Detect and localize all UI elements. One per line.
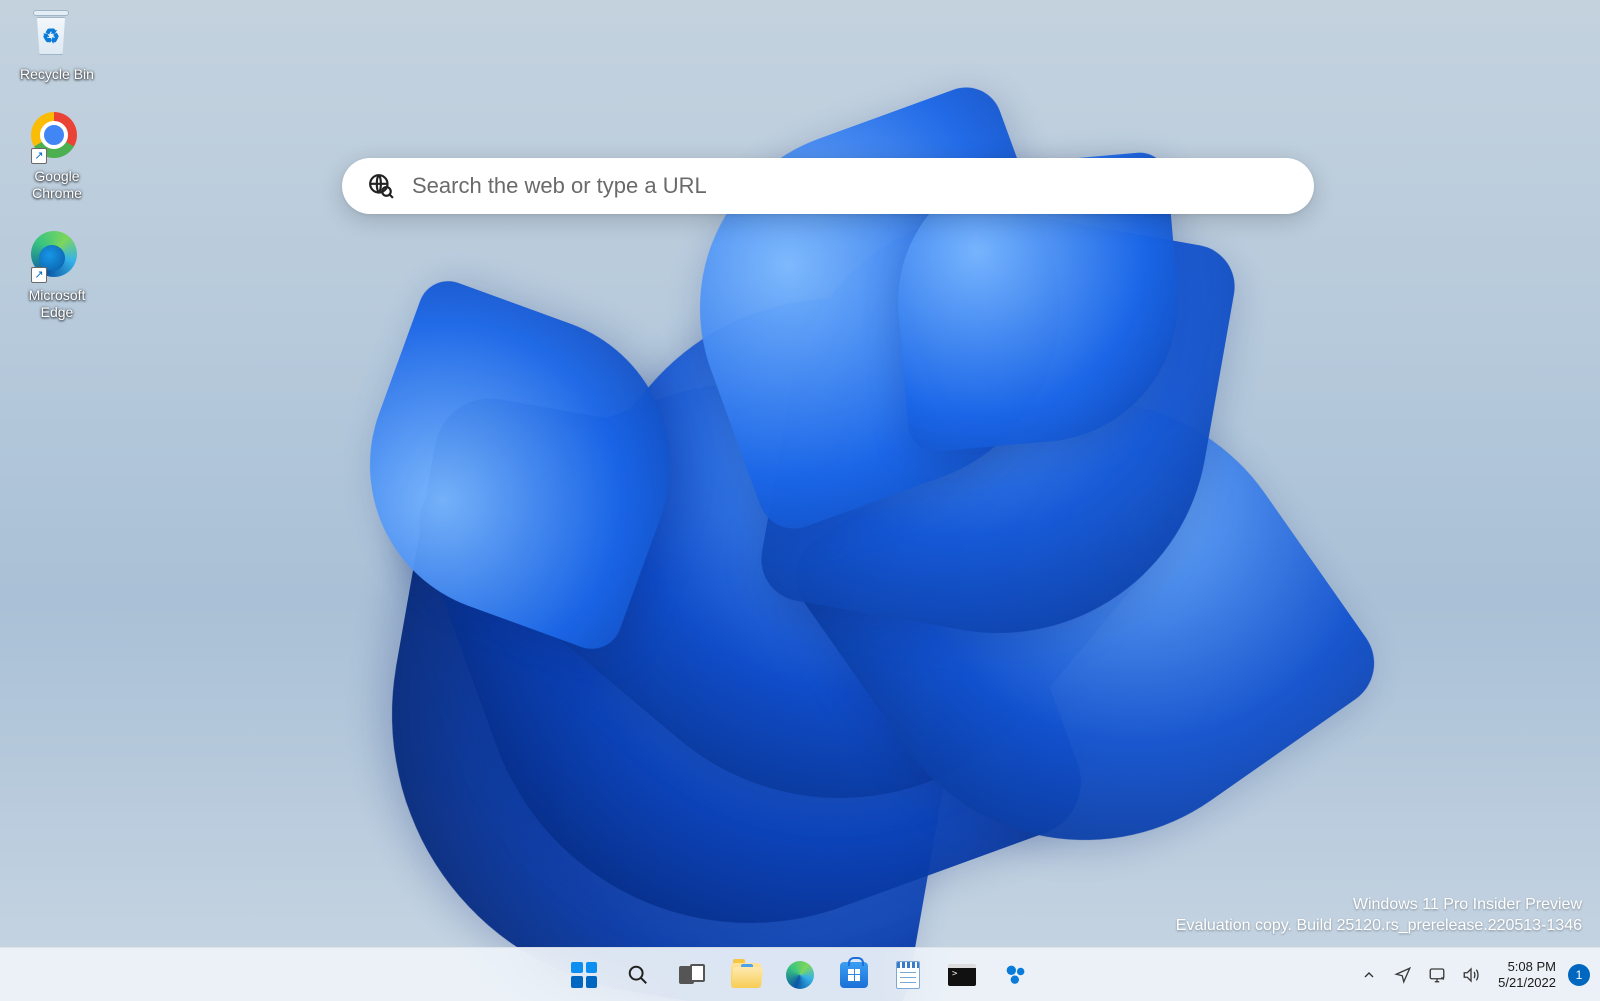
notification-center-button[interactable]: 1	[1568, 964, 1590, 986]
search-icon	[627, 964, 649, 986]
desktop-icon-label: Recycle Bin	[20, 66, 94, 84]
taskbar-microsoft-store[interactable]	[832, 953, 876, 997]
recycle-bin-icon: ♻	[31, 10, 71, 56]
desktop-icon-recycle-bin[interactable]: ♻ Recycle Bin	[12, 10, 102, 84]
chevron-up-icon	[1361, 967, 1377, 983]
clock-date: 5/21/2022	[1498, 975, 1556, 991]
desktop-search-input[interactable]	[412, 173, 1288, 199]
taskbar-microsoft-edge[interactable]	[778, 953, 822, 997]
location-arrow-icon	[1394, 966, 1412, 984]
watermark-line-1: Windows 11 Pro Insider Preview	[1176, 894, 1582, 916]
taskbar: 5:08 PM 5/21/2022 1	[0, 947, 1600, 1001]
tray-overflow-button[interactable]	[1354, 953, 1384, 997]
store-icon	[840, 962, 868, 988]
gear-cluster-icon	[1002, 961, 1030, 989]
taskbar-dev-tool[interactable]	[994, 953, 1038, 997]
start-button[interactable]	[562, 953, 606, 997]
globe-search-icon	[368, 173, 394, 199]
notepad-icon	[896, 961, 920, 989]
desktop-wallpaper	[0, 0, 1600, 1001]
network-monitor-icon	[1428, 966, 1446, 984]
clock-time: 5:08 PM	[1498, 959, 1556, 975]
taskbar-center	[562, 953, 1038, 997]
shortcut-overlay-icon: ↗	[31, 267, 47, 283]
speaker-icon	[1462, 966, 1480, 984]
task-view-icon	[679, 964, 705, 986]
watermark-line-2: Evaluation copy. Build 25120.rs_prerelea…	[1176, 915, 1582, 937]
desktop-search-widget[interactable]	[342, 158, 1314, 214]
desktop-icon-microsoft-edge[interactable]: ↗ Microsoft Edge	[12, 231, 102, 322]
desktop-icon-label: Microsoft Edge	[12, 287, 102, 322]
terminal-icon	[948, 964, 976, 986]
taskbar-right: 5:08 PM 5/21/2022 1	[1354, 953, 1590, 997]
notification-count: 1	[1576, 968, 1583, 982]
tray-network-button[interactable]	[1422, 953, 1452, 997]
windows-logo-icon	[571, 962, 597, 988]
task-view-button[interactable]	[670, 953, 714, 997]
desktop-icons-area: ♻ Recycle Bin ↗ Google Chrome ↗ Microsof…	[12, 10, 102, 322]
desktop-icon-label: Google Chrome	[12, 168, 102, 203]
taskbar-clock[interactable]: 5:08 PM 5/21/2022	[1490, 959, 1564, 990]
build-watermark: Windows 11 Pro Insider Preview Evaluatio…	[1176, 894, 1582, 937]
tray-volume-button[interactable]	[1456, 953, 1486, 997]
edge-icon	[786, 961, 814, 989]
taskbar-notepad[interactable]	[886, 953, 930, 997]
taskbar-file-explorer[interactable]	[724, 953, 768, 997]
taskbar-search-button[interactable]	[616, 953, 660, 997]
desktop-icon-google-chrome[interactable]: ↗ Google Chrome	[12, 112, 102, 203]
tray-location-button[interactable]	[1388, 953, 1418, 997]
taskbar-terminal[interactable]	[940, 953, 984, 997]
folder-icon	[731, 963, 761, 987]
shortcut-overlay-icon: ↗	[31, 148, 47, 164]
